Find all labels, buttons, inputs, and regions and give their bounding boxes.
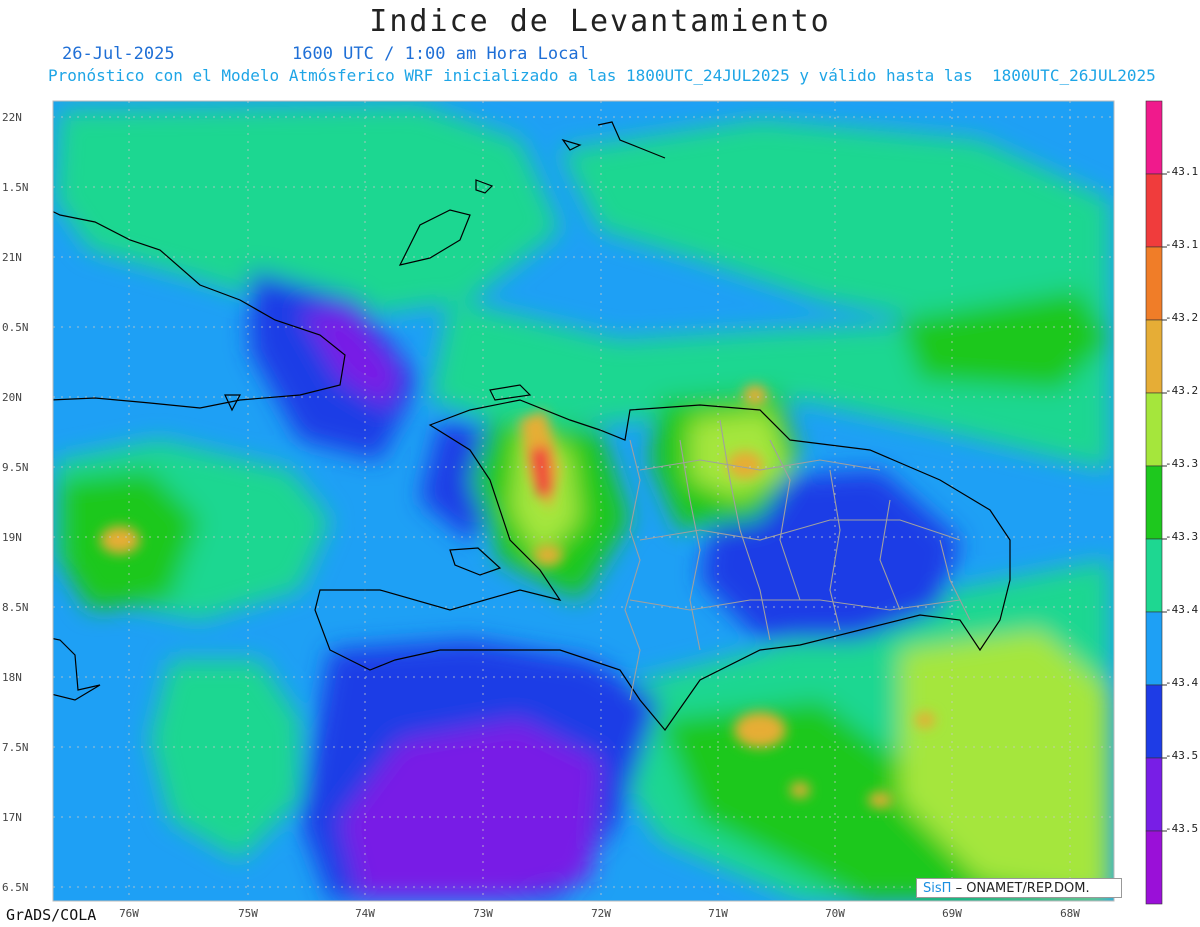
lon-label: 72W: [591, 907, 611, 920]
lat-label: 22N: [2, 111, 22, 124]
logo-brand: SisΠ: [923, 881, 952, 896]
lat-label: 20N: [2, 391, 22, 404]
colorbar-swatch: [1145, 611, 1163, 686]
colorbar: [1145, 100, 1167, 905]
lat-label: 18N: [2, 671, 22, 684]
lon-label: 69W: [942, 907, 962, 920]
colorbar-swatch: [1145, 684, 1163, 759]
colorbar-label: -43.5: [1165, 749, 1198, 762]
colorbar-swatch: [1145, 757, 1163, 832]
colorbar-labels: -43.1 -43.1 -43.2 -43.2 -43.3 -43.3 -43.…: [1165, 165, 1198, 835]
lon-label: 73W: [473, 907, 493, 920]
colorbar-label: -43.5: [1165, 822, 1198, 835]
colorbar-swatch: [1145, 173, 1163, 248]
colorbar-label: -43.3: [1165, 530, 1198, 543]
colorbar-label: -43.4: [1165, 603, 1198, 616]
lon-label: 71W: [708, 907, 728, 920]
lat-label: 0.5N: [2, 321, 29, 334]
colorbar-label: -43.2: [1165, 311, 1198, 324]
lat-label: 21N: [2, 251, 22, 264]
lifted-index-field: [53, 101, 1114, 901]
colorbar-swatch: [1145, 319, 1163, 394]
lat-label: 1.5N: [2, 181, 29, 194]
longitude-axis: 76W 75W 74W 73W 72W 71W 70W 69W 68W: [119, 907, 1080, 920]
lon-label: 68W: [1060, 907, 1080, 920]
colorbar-swatch: [1145, 392, 1163, 467]
lon-label: 74W: [355, 907, 375, 920]
lon-label: 76W: [119, 907, 139, 920]
colorbar-label: -43.4: [1165, 676, 1198, 689]
lat-label: 8.5N: [2, 601, 29, 614]
lon-label: 75W: [238, 907, 258, 920]
colorbar-swatch: [1145, 538, 1163, 613]
lat-label: 9.5N: [2, 461, 29, 474]
lat-label: 17N: [2, 811, 22, 824]
colorbar-swatch: [1145, 246, 1163, 321]
colorbar-label: -43.1: [1165, 238, 1198, 251]
latitude-axis: 22N 1.5N 21N 0.5N 20N 9.5N 19N 8.5N 18N …: [2, 111, 29, 894]
lat-label: 7.5N: [2, 741, 29, 754]
logo-text: – ONAMET/REP.DOM.: [955, 881, 1090, 896]
lifted-index-map: 22N 1.5N 21N 0.5N 20N 9.5N 19N 8.5N 18N …: [2, 100, 1198, 920]
lon-label: 70W: [825, 907, 845, 920]
colorbar-swatch: [1145, 100, 1163, 175]
lat-label: 19N: [2, 531, 22, 544]
grads-credit: GrADS/COLA: [6, 906, 97, 924]
colorbar-swatch: [1145, 465, 1163, 540]
colorbar-swatch: [1145, 830, 1163, 905]
onamet-logo: SisΠ – ONAMET/REP.DOM.: [916, 878, 1122, 898]
lat-label: 6.5N: [2, 881, 29, 894]
colorbar-label: -43.3: [1165, 457, 1198, 470]
colorbar-label: -43.1: [1165, 165, 1198, 178]
colorbar-label: -43.2: [1165, 384, 1198, 397]
